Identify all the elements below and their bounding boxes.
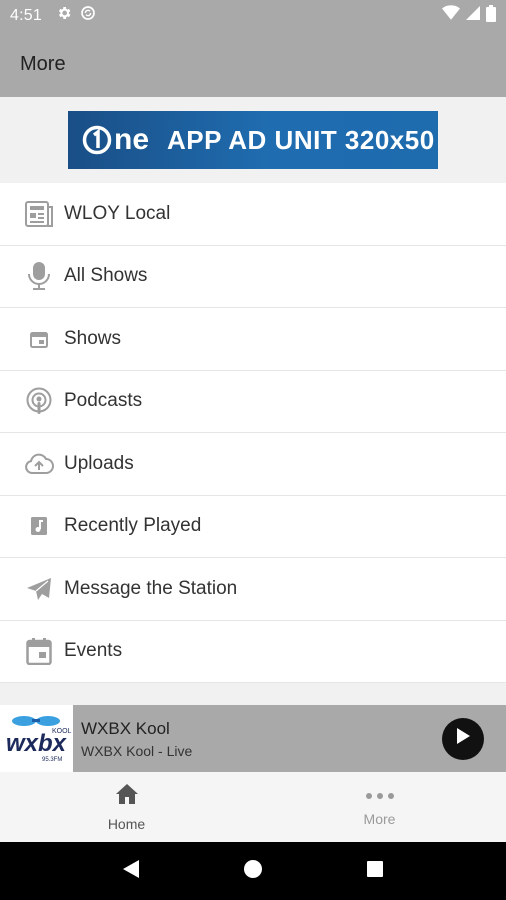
menu-item-events[interactable]: Events	[0, 621, 506, 683]
menu-item-label: Message the Station	[64, 577, 238, 599]
ad-text: APP AD UNIT 320x50	[167, 124, 435, 155]
svg-text:KOOL: KOOL	[52, 728, 72, 735]
menu-list: WLOY Local All Shows Shows Podcasts Uplo…	[0, 183, 506, 683]
calendar-small-icon	[24, 324, 54, 354]
ad-area: ne APP AD UNIT 320x50	[0, 97, 506, 183]
bottom-tab-bar: Home More	[0, 772, 506, 842]
wifi-icon	[442, 5, 460, 26]
menu-item-all-shows[interactable]: All Shows	[0, 246, 506, 308]
home-circle-icon[interactable]	[243, 859, 263, 884]
tab-label: More	[363, 811, 396, 827]
cloud-upload-icon	[24, 449, 54, 479]
more-dots-icon	[365, 787, 395, 805]
tab-home[interactable]: Home	[0, 772, 253, 842]
menu-item-uploads[interactable]: Uploads	[0, 433, 506, 496]
play-icon	[455, 727, 471, 750]
news-icon	[24, 199, 54, 229]
menu-item-wloy-local[interactable]: WLOY Local	[0, 183, 506, 246]
back-icon[interactable]	[122, 859, 140, 884]
player-station-name: WXBX Kool	[81, 718, 170, 738]
status-bar: 4:51	[0, 0, 506, 31]
menu-item-shows[interactable]: Shows	[0, 308, 506, 371]
system-nav-bar	[0, 842, 506, 900]
menu-item-label: All Shows	[64, 265, 148, 287]
ad-banner[interactable]: ne APP AD UNIT 320x50	[68, 111, 438, 169]
send-icon	[24, 574, 54, 604]
player-meta: WXBX Kool WXBX Kool - Live	[81, 719, 192, 759]
ad-logo-text: ne	[114, 123, 150, 156]
ad-logo: ne	[82, 123, 149, 157]
menu-item-label: Shows	[64, 327, 122, 349]
recents-icon[interactable]	[366, 860, 384, 883]
calendar-icon	[24, 636, 54, 666]
menu-item-message-the-station[interactable]: Message the Station	[0, 558, 506, 621]
page-title: More	[20, 52, 66, 75]
tab-more[interactable]: More	[253, 772, 506, 842]
menu-item-recently-played[interactable]: Recently Played	[0, 496, 506, 558]
menu-item-label: Events	[64, 640, 123, 662]
battery-icon	[486, 4, 496, 27]
settings-icon	[56, 5, 72, 26]
mini-player[interactable]: wxbx KOOL 95.3FM WXBX Kool WXBX Kool - L…	[0, 705, 506, 772]
menu-item-label: Podcasts	[64, 390, 143, 412]
home-icon	[115, 783, 139, 810]
menu-item-label: Recently Played	[64, 515, 202, 537]
app-bar: More	[0, 31, 506, 97]
svg-text:95.3FM: 95.3FM	[42, 757, 62, 763]
station-logo: wxbx KOOL 95.3FM	[0, 705, 73, 772]
podcast-icon	[24, 386, 54, 416]
sync-icon	[80, 5, 96, 26]
tab-label: Home	[107, 815, 146, 832]
menu-item-podcasts[interactable]: Podcasts	[0, 371, 506, 433]
menu-item-label: Uploads	[64, 452, 134, 474]
menu-item-label: WLOY Local	[64, 202, 171, 224]
play-button[interactable]	[442, 717, 484, 760]
player-subtitle: WXBX Kool - Live	[81, 742, 193, 759]
music-note-icon	[24, 511, 54, 541]
microphone-icon	[24, 261, 54, 291]
status-time: 4:51	[10, 6, 42, 24]
signal-icon	[466, 5, 480, 26]
